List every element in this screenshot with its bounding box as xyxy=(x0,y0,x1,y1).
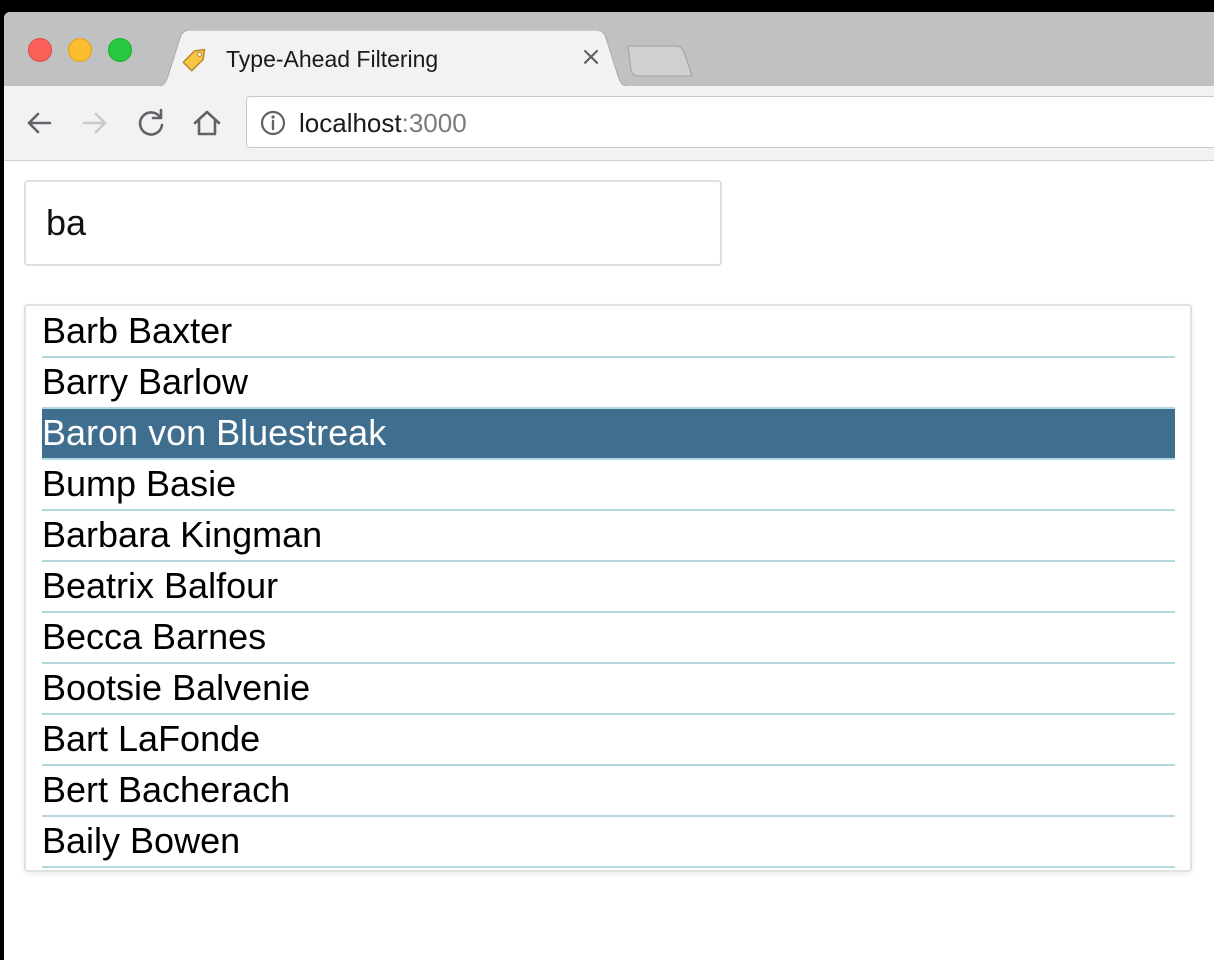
tab-strip: Type-Ahead Filtering × xyxy=(4,12,1214,87)
page-content: Barb BaxterBarry BarlowBaron von Bluestr… xyxy=(4,161,1214,960)
list-item-selected[interactable]: Baron von Bluestreak xyxy=(42,409,1175,460)
info-icon[interactable] xyxy=(259,109,287,137)
tab-title: Type-Ahead Filtering xyxy=(226,46,439,72)
list-item[interactable]: Barbara Kingman xyxy=(42,511,1175,562)
results-list: Barb Baxter Barry Barlow Baron von Bluestr… xyxy=(42,307,1175,868)
minimize-window-button[interactable] xyxy=(68,38,92,62)
forward-arrow-icon[interactable] xyxy=(78,106,112,140)
browser-toolbar: localhost:3000 xyxy=(4,86,1214,161)
close-tab-icon[interactable]: × xyxy=(578,44,604,70)
list-item[interactable]: Barry Barlow xyxy=(42,358,1175,409)
list-item[interactable]: Bart LaFonde xyxy=(42,715,1175,766)
tag-icon xyxy=(182,48,206,72)
list-item[interactable]: Becca Barnes xyxy=(42,613,1175,664)
search-input[interactable] xyxy=(24,180,722,266)
back-arrow-icon[interactable] xyxy=(22,106,56,140)
list-item[interactable]: Beatrix Balfour xyxy=(42,562,1175,613)
new-tab-button[interactable] xyxy=(624,44,694,78)
list-item[interactable]: Baily Bowen xyxy=(42,817,1175,868)
address-bar[interactable]: localhost:3000 xyxy=(246,96,1214,148)
url-text: localhost:3000 xyxy=(299,108,467,139)
zoom-window-button[interactable] xyxy=(108,38,132,62)
list-item[interactable]: Barb Baxter xyxy=(42,307,1175,358)
url-port: :3000 xyxy=(401,108,467,138)
home-icon[interactable] xyxy=(190,106,224,140)
url-host: localhost xyxy=(299,108,402,138)
browser-window: Type-Ahead Filtering × localhost:3000 ba… xyxy=(4,12,1214,960)
tab-type-ahead[interactable]: Type-Ahead Filtering × xyxy=(154,30,632,87)
close-window-button[interactable] xyxy=(28,38,52,62)
results-panel: Barb Baxter Barry Barlow Baron von Bluestr… xyxy=(24,304,1192,872)
reload-icon[interactable] xyxy=(134,106,168,140)
list-item[interactable]: Bert Bacherach xyxy=(42,766,1175,817)
list-item[interactable]: Bump Basie xyxy=(42,460,1175,511)
list-item[interactable]: Bootsie Balvenie xyxy=(42,664,1175,715)
